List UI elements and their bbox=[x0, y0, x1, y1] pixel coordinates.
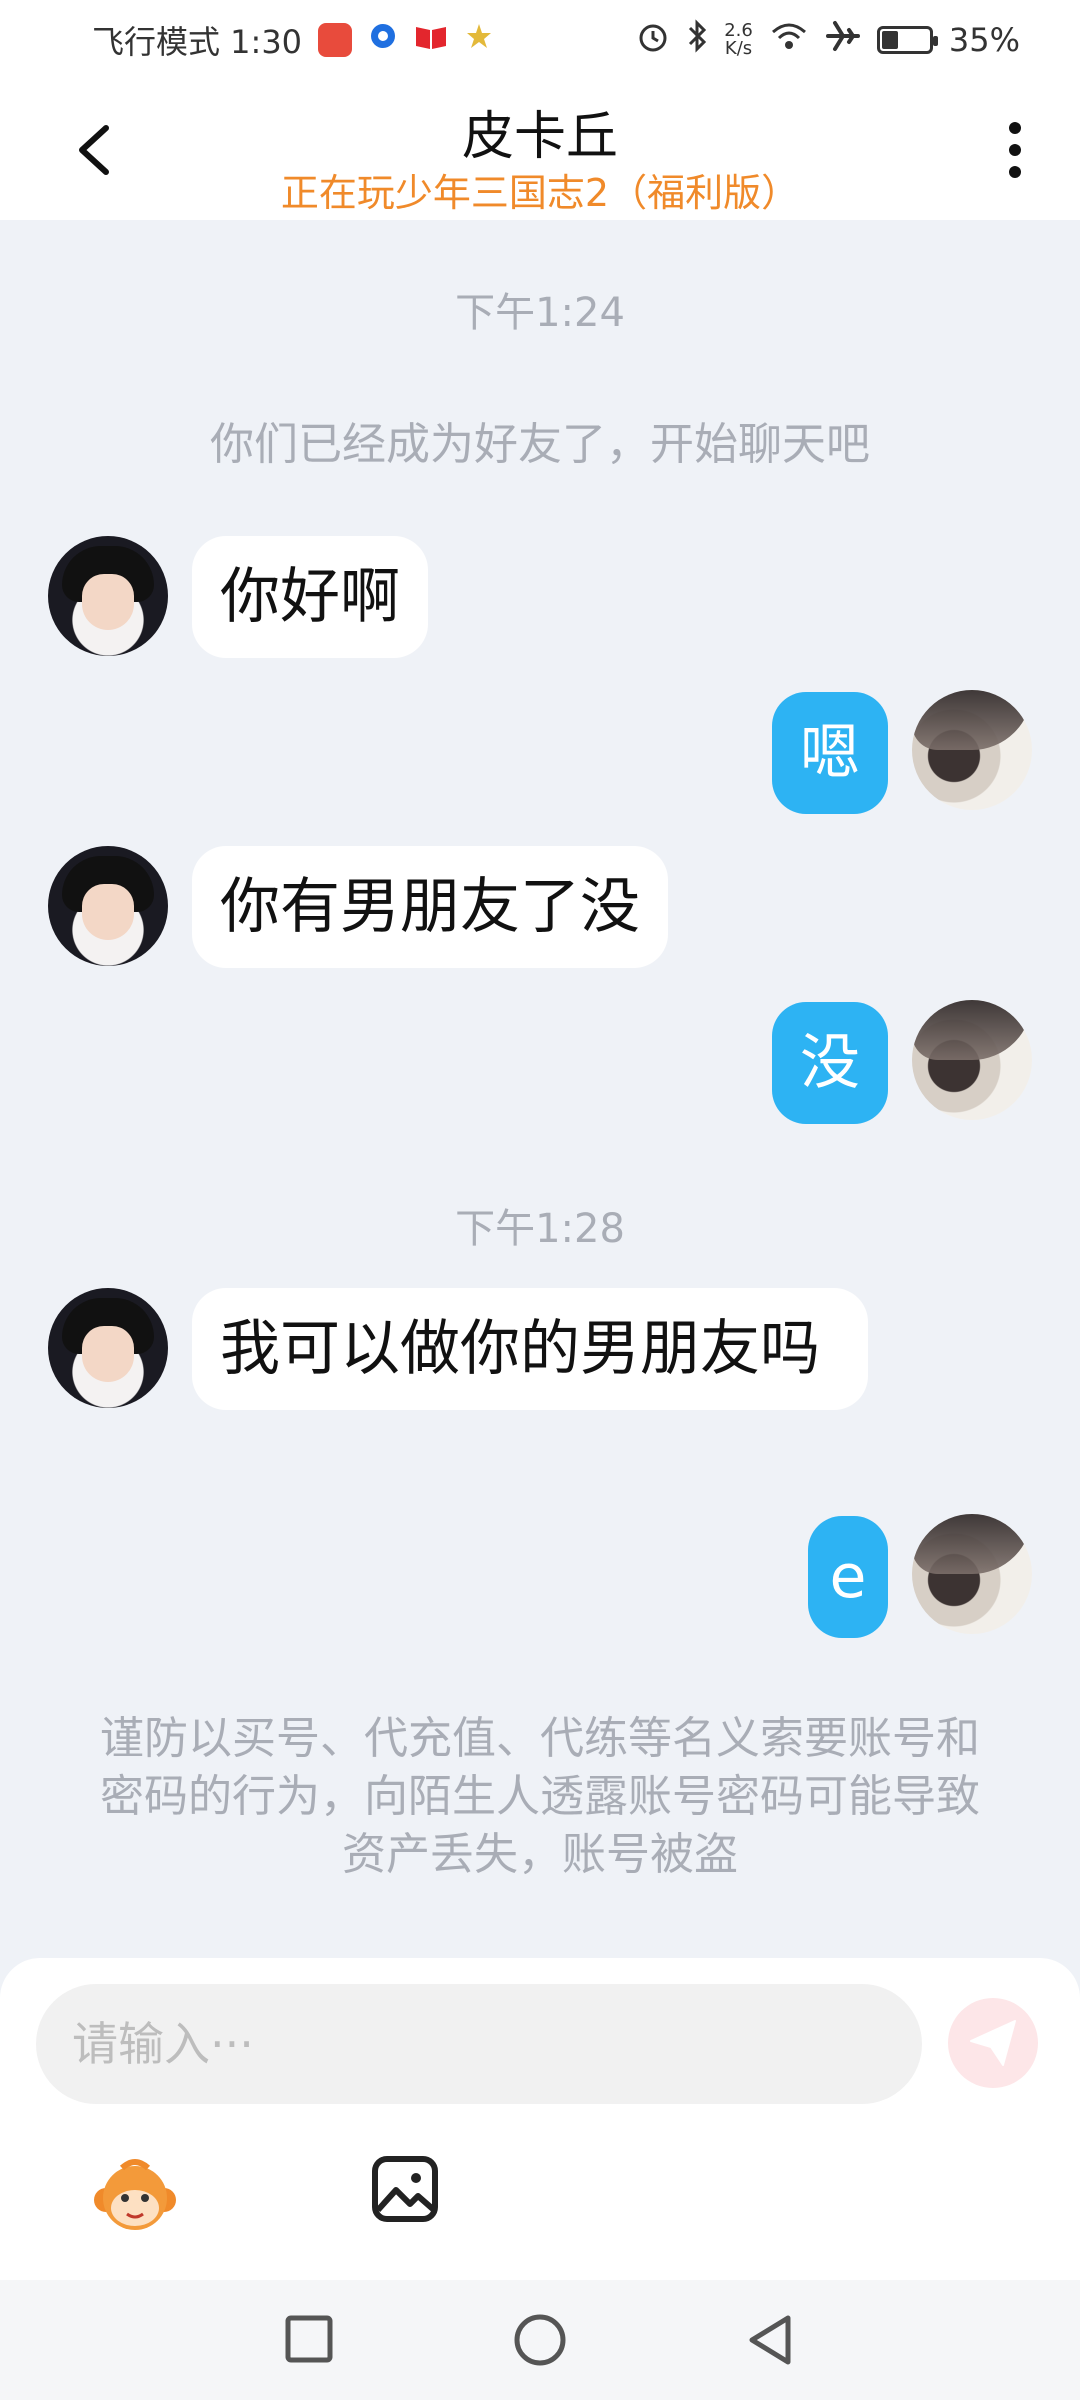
my-avatar[interactable] bbox=[912, 1000, 1032, 1120]
send-icon bbox=[970, 2020, 1016, 2066]
image-icon bbox=[372, 2156, 438, 2222]
back-nav-button[interactable] bbox=[740, 2310, 800, 2370]
status-right: 2.6 K/s 35% bbox=[636, 19, 1020, 61]
home-button[interactable] bbox=[510, 2310, 570, 2370]
monkey-emoji-icon bbox=[94, 2159, 176, 2230]
emoji-button[interactable] bbox=[92, 2154, 178, 2240]
network-speed-unit: K/s bbox=[724, 38, 753, 59]
friend-avatar[interactable] bbox=[48, 1288, 168, 1408]
airplane-icon bbox=[825, 19, 861, 61]
circle-app-icon bbox=[368, 21, 398, 59]
wifi-icon bbox=[769, 20, 809, 60]
friend-avatar[interactable] bbox=[48, 846, 168, 966]
message-bubble-me[interactable]: 没 bbox=[772, 1002, 888, 1124]
input-area bbox=[0, 1958, 1080, 2280]
recents-button[interactable] bbox=[280, 2310, 340, 2370]
network-speed: 2.6 K/s bbox=[724, 22, 753, 58]
timestamp: 下午1:28 bbox=[455, 1206, 625, 1252]
playing-status[interactable]: 正在玩少年三国志2（福利版） bbox=[0, 162, 1080, 217]
chat-header: 皮卡丘 正在玩少年三国志2（福利版） bbox=[0, 80, 1080, 220]
more-vertical-icon bbox=[1009, 122, 1021, 178]
message-bubble-friend[interactable]: 你有男朋友了没 bbox=[192, 846, 668, 968]
my-avatar[interactable] bbox=[912, 1514, 1032, 1634]
circle-icon bbox=[514, 2314, 566, 2366]
send-button[interactable] bbox=[948, 1998, 1038, 2088]
message-bubble-friend[interactable]: 我可以做你的男朋友吗 bbox=[192, 1288, 868, 1410]
chat-area[interactable]: 下午1:24 你们已经成为好友了，开始聊天吧 你好啊 嗯 你有男朋友了没 没 下… bbox=[0, 220, 1080, 1960]
battery-icon bbox=[876, 26, 938, 54]
alarm-icon bbox=[636, 19, 670, 61]
status-text: 飞行模式 1:30 bbox=[92, 23, 303, 61]
battery-fill bbox=[881, 31, 898, 49]
square-icon bbox=[285, 2315, 333, 2363]
message-bubble-me[interactable]: 嗯 bbox=[772, 692, 888, 814]
image-button[interactable] bbox=[370, 2154, 440, 2224]
message-bubble-friend[interactable]: 你好啊 bbox=[192, 536, 428, 658]
contact-name: 皮卡丘 bbox=[461, 107, 618, 167]
status-left: 飞行模式 1:30 bbox=[92, 17, 494, 63]
triangle-back-icon bbox=[749, 2315, 791, 2365]
star-app-icon bbox=[464, 21, 494, 59]
huawei-app-icon bbox=[318, 23, 353, 57]
more-button[interactable] bbox=[990, 118, 1040, 182]
security-notice: 谨防以买号、代充值、代练等名义索要账号和密码的行为，向陌生人透露账号密码可能导致… bbox=[100, 1713, 980, 1880]
system-message: 你们已经成为好友了，开始聊天吧 bbox=[210, 419, 870, 470]
message-bubble-me[interactable]: e bbox=[808, 1516, 888, 1638]
message-input[interactable] bbox=[36, 1984, 922, 2104]
my-avatar[interactable] bbox=[912, 690, 1032, 810]
status-bar: 飞行模式 1:30 2.6 K/s 35% bbox=[0, 0, 1080, 80]
battery-text: 35% bbox=[948, 21, 1020, 59]
friend-avatar[interactable] bbox=[48, 536, 168, 656]
book-app-icon bbox=[414, 21, 448, 59]
bluetooth-icon bbox=[686, 19, 708, 61]
timestamp: 下午1:24 bbox=[455, 290, 625, 336]
system-nav-bar bbox=[0, 2280, 1080, 2400]
